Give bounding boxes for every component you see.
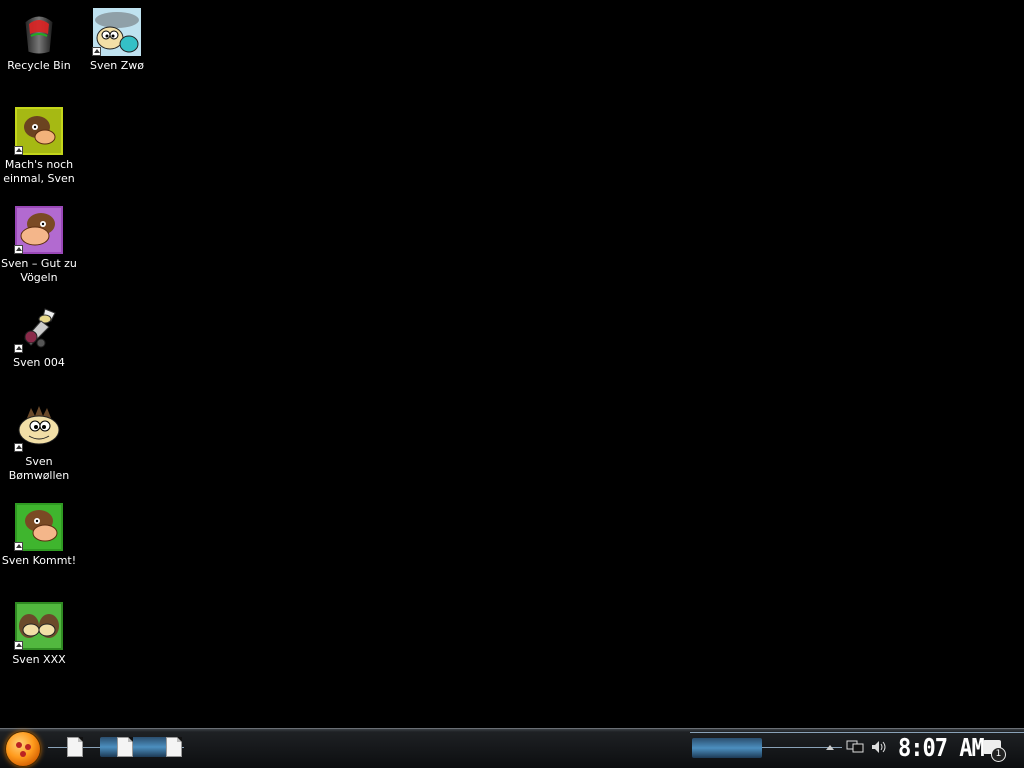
recycle-bin-icon <box>15 8 63 56</box>
sven-004-icon <box>14 305 63 353</box>
shortcut-arrow-icon <box>14 542 23 551</box>
sven-game-icon <box>14 206 63 254</box>
network-icon[interactable] <box>846 739 864 755</box>
volume-icon[interactable] <box>870 739 888 755</box>
sven-game-icon <box>14 107 63 155</box>
shortcut-arrow-icon <box>92 47 101 56</box>
desktop-icon-label: Sven Kommt! <box>1 554 77 567</box>
shortcut-arrow-icon <box>14 344 23 353</box>
dragon-ball-star-icon <box>16 742 22 748</box>
sven-zwo-icon <box>92 8 141 56</box>
dragon-ball-star-icon <box>20 751 26 757</box>
quick-launch-file-icon[interactable] <box>67 737 83 757</box>
show-hidden-icons-chevron-up-icon[interactable] <box>826 745 834 750</box>
desktop-icon-sven-gut-zu-vogeln[interactable]: Sven – Gut zu Vögeln <box>0 206 78 285</box>
desktop: Recycle Bin Sven Zwø Mach's noch einmal,… <box>0 0 1024 728</box>
sven-bomwollen-icon <box>14 404 63 452</box>
quick-launch-file-icon[interactable] <box>117 737 133 757</box>
clock[interactable]: 8:07 AM <box>898 734 985 763</box>
desktop-icon-sven-kommt[interactable]: Sven Kommt! <box>0 503 78 568</box>
desktop-icon-recycle-bin[interactable]: Recycle Bin <box>0 8 78 73</box>
sven-xxx-icon <box>14 602 63 650</box>
shortcut-arrow-icon <box>14 443 23 452</box>
desktop-icon-sven-xxx[interactable]: Sven XXX <box>0 602 78 667</box>
notification-icon[interactable]: 1 <box>983 740 1006 762</box>
taskbar-decoration-line <box>690 732 1024 733</box>
quick-launch-file-icon[interactable] <box>166 737 182 757</box>
desktop-icon-label: Recycle Bin <box>7 59 71 72</box>
sven-game-icon <box>14 503 63 551</box>
shortcut-arrow-icon <box>14 641 23 650</box>
desktop-icon-label: Sven – Gut zu Vögeln <box>1 257 77 284</box>
desktop-icon-sven-zwo[interactable]: Sven Zwø <box>78 8 156 73</box>
desktop-icon-mach-s-noch-einmal-sven[interactable]: Mach's noch einmal, Sven <box>0 107 78 186</box>
shortcut-arrow-icon <box>14 245 23 254</box>
desktop-icon-label: Sven XXX <box>12 653 66 666</box>
dragon-ball-star-icon <box>25 744 31 750</box>
taskbar-decoration-bar <box>692 738 762 758</box>
desktop-icon-sven-004[interactable]: Sven 004 <box>0 305 78 370</box>
taskbar: 8:07 AM 1 <box>0 728 1024 768</box>
start-button[interactable] <box>6 732 40 766</box>
desktop-icon-label: Sven Bømwøllen <box>8 455 70 482</box>
shortcut-arrow-icon <box>14 146 23 155</box>
desktop-icon-sven-bomwollen[interactable]: Sven Bømwøllen <box>0 404 78 483</box>
desktop-icon-label: Sven 004 <box>13 356 65 369</box>
notification-count-badge: 1 <box>991 747 1006 762</box>
desktop-icon-label: Sven Zwø <box>90 59 144 72</box>
desktop-icon-label: Mach's noch einmal, Sven <box>3 158 75 185</box>
